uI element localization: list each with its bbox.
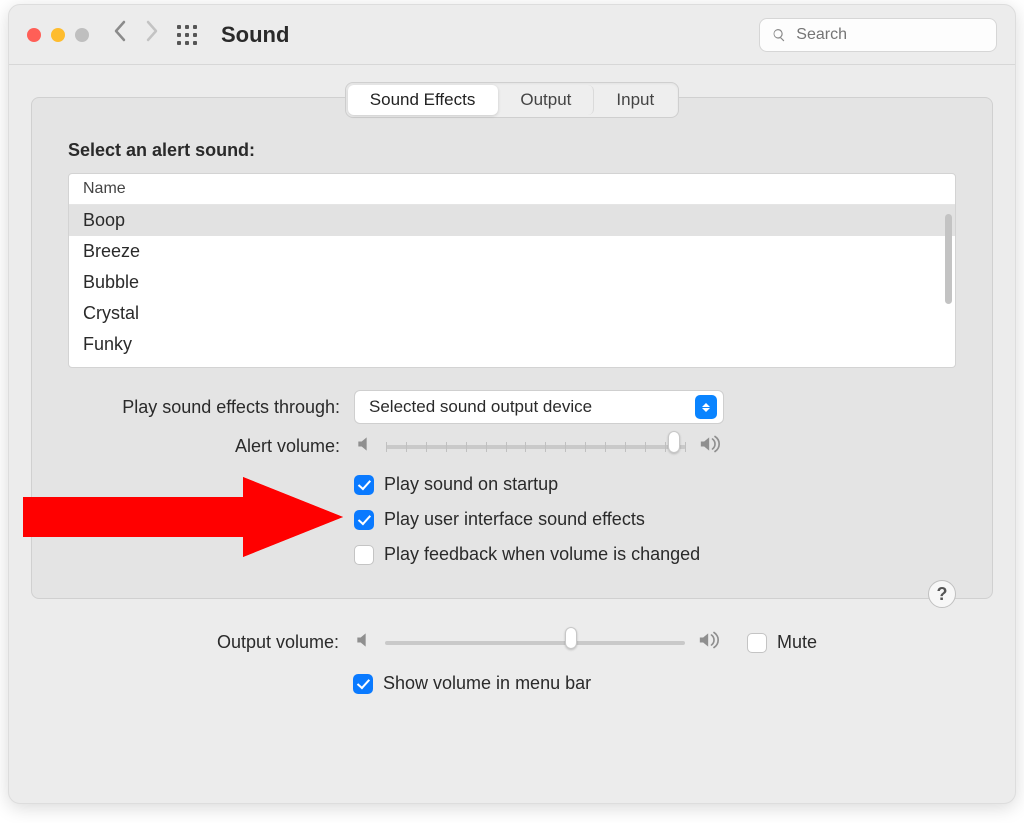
- alert-volume-slider[interactable]: [386, 437, 686, 457]
- checkbox-label: Show volume in menu bar: [383, 673, 591, 694]
- minimize-icon[interactable]: [51, 28, 65, 42]
- checkbox-label: Play sound on startup: [384, 474, 558, 495]
- alert-sound-list[interactable]: Name Boop Breeze Bubble Crystal Funky He…: [68, 173, 956, 368]
- alert-volume-label: Alert volume:: [68, 436, 354, 457]
- help-button[interactable]: ?: [928, 580, 956, 608]
- preferences-window: Sound Sound Effects Output Input Select …: [8, 4, 1016, 804]
- list-item[interactable]: Breeze: [69, 236, 955, 267]
- search-field[interactable]: [759, 18, 997, 52]
- volume-high-icon: [695, 630, 723, 655]
- list-item[interactable]: Boop: [69, 205, 955, 236]
- play-through-select[interactable]: Selected sound output device: [354, 390, 724, 424]
- play-through-value: Selected sound output device: [369, 397, 592, 417]
- traffic-lights: [27, 28, 89, 42]
- list-item[interactable]: Crystal: [69, 298, 955, 329]
- output-volume-slider[interactable]: [385, 633, 685, 653]
- checkbox-icon: [354, 545, 374, 565]
- checkbox-icon: [354, 475, 374, 495]
- checkbox-icon: [354, 510, 374, 530]
- scrollbar-thumb[interactable]: [945, 214, 952, 304]
- chevron-left-icon: [113, 20, 127, 42]
- checkbox-label: Play feedback when volume is changed: [384, 544, 700, 565]
- tab-group: Sound Effects Output Input: [345, 82, 679, 118]
- volume-high-icon: [696, 434, 724, 459]
- tab-sound-effects[interactable]: Sound Effects: [348, 85, 499, 115]
- volume-low-icon: [354, 434, 376, 459]
- search-input[interactable]: [794, 25, 984, 45]
- list-item[interactable]: Heroine: [69, 360, 955, 368]
- select-alert-sound-label: Select an alert sound:: [68, 140, 956, 161]
- checkbox-mute[interactable]: Mute: [747, 632, 817, 653]
- window-title: Sound: [221, 22, 289, 48]
- checkbox-label: Mute: [777, 632, 817, 653]
- nav-group: [113, 20, 159, 49]
- search-icon: [772, 27, 786, 43]
- grid-icon: [177, 25, 197, 45]
- close-icon[interactable]: [27, 28, 41, 42]
- back-button[interactable]: [113, 20, 127, 49]
- slider-thumb[interactable]: [668, 431, 680, 453]
- tab-output[interactable]: Output: [498, 85, 594, 115]
- play-through-label: Play sound effects through:: [68, 397, 354, 418]
- list-item[interactable]: Bubble: [69, 267, 955, 298]
- window-toolbar: Sound: [9, 5, 1015, 65]
- zoom-icon[interactable]: [75, 28, 89, 42]
- checkbox-icon: [353, 674, 373, 694]
- list-body[interactable]: Boop Breeze Bubble Crystal Funky Heroine: [69, 205, 955, 368]
- tab-input[interactable]: Input: [594, 85, 676, 115]
- checkbox-label: Play user interface sound effects: [384, 509, 645, 530]
- checkbox-icon: [747, 633, 767, 653]
- list-column-name: Name: [69, 174, 955, 205]
- chevron-right-icon: [145, 20, 159, 42]
- forward-button[interactable]: [145, 20, 159, 49]
- checkbox-play-startup[interactable]: Play sound on startup: [354, 474, 558, 495]
- slider-thumb[interactable]: [565, 627, 577, 649]
- show-all-button[interactable]: [177, 25, 197, 45]
- volume-low-icon: [353, 630, 375, 655]
- list-item[interactable]: Funky: [69, 329, 955, 360]
- output-volume-label: Output volume:: [67, 632, 353, 653]
- checkbox-volume-feedback[interactable]: Play feedback when volume is changed: [354, 544, 700, 565]
- updown-icon: [695, 395, 717, 419]
- content-area: Sound Effects Output Input Select an ale…: [9, 65, 1015, 803]
- sound-effects-panel: Sound Effects Output Input Select an ale…: [31, 97, 993, 599]
- checkbox-ui-sounds[interactable]: Play user interface sound effects: [354, 509, 645, 530]
- checkbox-menu-bar[interactable]: Show volume in menu bar: [353, 673, 591, 694]
